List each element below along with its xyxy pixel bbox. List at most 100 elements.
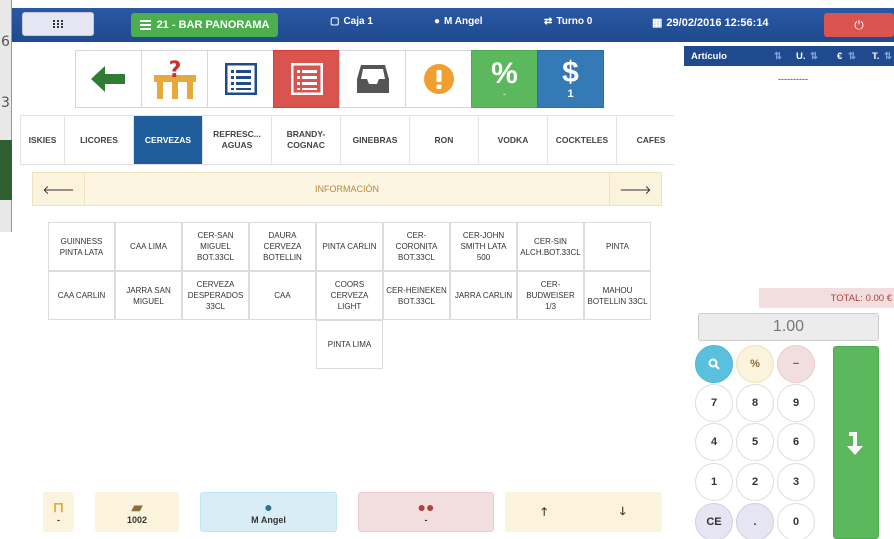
user-label: M Angel [444, 16, 483, 27]
product-button[interactable]: PINTA CARLIN [316, 222, 383, 271]
key-5[interactable]: 5 [736, 423, 774, 461]
product-button[interactable]: CERVEZA DESPERADOS 33CL [182, 271, 249, 320]
discount-button[interactable]: % - [471, 50, 538, 108]
product-button[interactable]: DAURA CERVEZA BOTELLIN [249, 222, 316, 271]
category-tab[interactable]: REFRESC... AGUAS [202, 115, 272, 164]
sort-icon: ⇅ [810, 51, 818, 62]
product-button[interactable]: JARRA SAN MIGUEL [115, 271, 182, 320]
product-slot-empty [517, 320, 584, 369]
background-window: 6 3 [0, 0, 12, 232]
top-bar: 21 - BAR PANORAMA ▢ Caja 1 ● M Angel ⇄ T… [12, 8, 894, 42]
decimal-key[interactable]: . [736, 503, 774, 539]
note-icon: ▰ [131, 499, 143, 515]
product-button[interactable]: CER-BUDWEISER 1/3 [517, 271, 584, 320]
product-button[interactable]: GUINNESS PINTA LATA [48, 222, 115, 271]
user-indicator: ● M Angel [434, 16, 483, 27]
table-selector-button[interactable]: 21 - BAR PANORAMA [131, 13, 278, 37]
waiter-button[interactable]: ● M Angel [200, 492, 337, 532]
waiter-value: M Angel [251, 515, 286, 525]
action-toolbar: ? % - $ 1 [75, 50, 604, 108]
exclamation-icon [423, 64, 454, 94]
category-tab[interactable]: COCKTELES [547, 115, 617, 164]
key-0[interactable]: 0 [777, 503, 815, 539]
sort-icon: ⇅ [774, 51, 782, 62]
product-slot-empty [450, 320, 517, 369]
product-button[interactable]: CAA CARLIN [48, 271, 115, 320]
key-2[interactable]: 2 [736, 463, 774, 501]
category-tab[interactable]: GINEBRAS [340, 115, 410, 164]
arrow-down-icon[interactable]: 🡓 [584, 503, 663, 522]
minus-key[interactable]: − [777, 345, 815, 383]
shift-label: Turno 0 [556, 16, 593, 27]
menu-button[interactable] [22, 12, 94, 36]
product-button[interactable]: MAHOU BOTELLIN 33CL [584, 271, 651, 320]
quantity-display[interactable]: 1.00 [698, 313, 879, 341]
arrow-up-icon[interactable]: 🡑 [505, 503, 584, 522]
key-4[interactable]: 4 [695, 423, 733, 461]
product-button[interactable]: COORS CERVEZA LIGHT [316, 271, 383, 320]
sort-icon: ⇅ [884, 51, 892, 62]
key-8[interactable]: 8 [736, 384, 774, 422]
background-char: 6 [1, 34, 10, 50]
cash-drawer-button[interactable] [339, 50, 406, 108]
total-label: TOTAL: 0.00 € [759, 288, 894, 308]
back-button[interactable] [75, 50, 142, 108]
product-button[interactable]: CER-SAN MIGUEL BOT.33CL [182, 222, 249, 271]
product-button[interactable]: PINTA LIMA [316, 320, 383, 369]
info-bar: 🡐 INFORMACIÓN 🡒 [32, 172, 662, 206]
product-button[interactable]: CER-HEINEKEN BOT.33CL [383, 271, 450, 320]
category-tab[interactable]: VODKA [478, 115, 548, 164]
table-info-button[interactable]: ? [141, 50, 208, 108]
category-tab[interactable]: RON [409, 115, 479, 164]
product-slot-empty [249, 320, 316, 369]
category-tab[interactable]: LICORES [64, 115, 134, 164]
pay-button[interactable]: $ 1 [537, 50, 604, 108]
table-button[interactable]: ⊓ - [43, 492, 74, 532]
list-icon [224, 63, 257, 95]
order-header: Artículo ⇅ U. ⇅ € ⇅ T. ⇅ [684, 46, 894, 66]
diners-button[interactable]: ●● - [358, 492, 494, 532]
clear-entry-key[interactable]: CE [695, 503, 733, 539]
list-icon [290, 63, 323, 95]
diners-value: - [424, 515, 428, 525]
info-prev-button[interactable]: 🡐 [32, 172, 85, 206]
enter-button[interactable] [833, 346, 879, 539]
key-3[interactable]: 3 [777, 463, 815, 501]
register-label: Caja 1 [343, 16, 373, 27]
percent-key[interactable]: % [736, 345, 774, 383]
power-button[interactable]: ⏻ [824, 13, 894, 37]
search-button[interactable] [695, 345, 733, 383]
category-tab[interactable]: CERVEZAS [133, 115, 203, 164]
user-icon: ● [434, 16, 441, 27]
calendar-icon: ▦ [652, 17, 663, 29]
col-price: € [837, 51, 843, 62]
ticket-button[interactable]: ▰ 1002 [95, 492, 179, 532]
product-button[interactable]: CER-SIN ALCH.BOT.33CL [517, 222, 584, 271]
svg-text:?: ? [168, 59, 181, 83]
product-grid: GUINNESS PINTA LATA CAA LIMA CER-SAN MIGUE… [48, 222, 651, 369]
pay-count: 1 [567, 88, 574, 100]
info-next-button[interactable]: 🡒 [609, 172, 662, 206]
key-6[interactable]: 6 [777, 423, 815, 461]
category-tab[interactable]: ISKIES [20, 115, 65, 164]
category-tab[interactable]: BRANDY-COGNAC [271, 115, 341, 164]
category-tab[interactable]: CAFES [616, 115, 674, 164]
table-icon: ⊓ [53, 499, 64, 515]
alert-button[interactable] [405, 50, 472, 108]
key-1[interactable]: 1 [695, 463, 733, 501]
product-button[interactable]: JARRA CARLIN [450, 271, 517, 320]
inbox-icon [356, 65, 389, 93]
info-label[interactable]: INFORMACIÓN [85, 172, 609, 206]
product-button[interactable]: PINTA [584, 222, 651, 271]
shift-indicator: ⇄ Turno 0 [544, 16, 592, 27]
order-list-button[interactable] [207, 50, 274, 108]
product-button[interactable]: CER-CORONITA BOT.33CL [383, 222, 450, 271]
key-7[interactable]: 7 [695, 384, 733, 422]
key-9[interactable]: 9 [777, 384, 815, 422]
category-tabs: ISKIES LICORES CERVEZAS REFRESC... AGUAS… [20, 115, 674, 165]
product-button[interactable]: CAA [249, 271, 316, 320]
product-button[interactable]: CER-JOHN SMITH LATA 500 [450, 222, 517, 271]
ticket-list-button[interactable] [273, 50, 340, 108]
product-button[interactable]: CAA LIMA [115, 222, 182, 271]
col-article: Artículo [691, 51, 727, 62]
